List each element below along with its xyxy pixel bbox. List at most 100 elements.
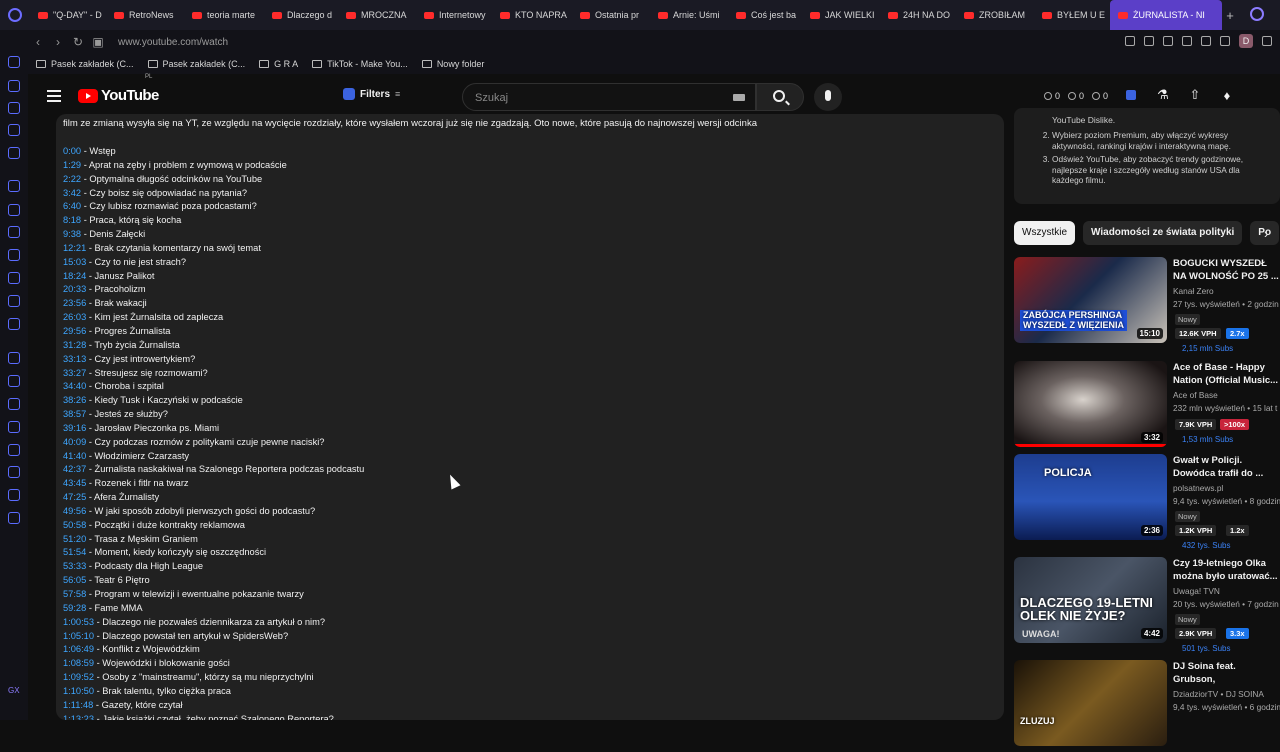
- chapter-timestamp-link[interactable]: 53:33: [63, 561, 86, 571]
- play-icon[interactable]: [1182, 36, 1192, 46]
- chapter-timestamp-link[interactable]: 38:26: [63, 395, 86, 405]
- bookmark-item[interactable]: Pasek zakładek (C...: [36, 59, 134, 69]
- sidebar-settings-icon[interactable]: [8, 512, 20, 524]
- chapter-timestamp-link[interactable]: 18:24: [63, 271, 86, 281]
- chapter-timestamp-link[interactable]: 26:03: [63, 312, 86, 322]
- profile-avatar[interactable]: D: [1239, 34, 1253, 48]
- chapter-timestamp-link[interactable]: 1:29: [63, 160, 81, 170]
- reload-icon[interactable]: ↻: [68, 35, 88, 49]
- bookmark-item[interactable]: TikTok - Make You...: [312, 59, 408, 69]
- sidebar-heart-icon[interactable]: [8, 398, 20, 410]
- video-thumbnail[interactable]: DLACZEGO 19-LETNI OLEK NIE ŻYJE? UWAGA! 4:…: [1014, 557, 1167, 643]
- sidebar-discord-icon[interactable]: [8, 295, 20, 307]
- chapter-timestamp-link[interactable]: 12:21: [63, 243, 86, 253]
- chapter-timestamp-link[interactable]: 6:40: [63, 201, 81, 211]
- chapter-timestamp-link[interactable]: 1:09:52: [63, 672, 94, 682]
- browser-tab[interactable]: BYŁEM U E: [1034, 0, 1110, 30]
- chapter-timestamp-link[interactable]: 31:28: [63, 340, 86, 350]
- recommendation-item[interactable]: ZLUZUJ DJ Soina feat. Grubson, donGURALes…: [1014, 660, 1280, 752]
- chapter-timestamp-link[interactable]: 23:56: [63, 298, 86, 308]
- youtube-logo[interactable]: YouTube: [78, 87, 159, 104]
- video-title[interactable]: Czy 19-letniego Olka można było uratować…: [1173, 557, 1279, 583]
- chapter-timestamp-link[interactable]: 33:13: [63, 354, 86, 364]
- shield-icon[interactable]: [1163, 36, 1173, 46]
- chapter-timestamp-link[interactable]: 38:57: [63, 409, 86, 419]
- notifications-bell-icon[interactable]: ♦: [1220, 88, 1234, 103]
- chapter-timestamp-link[interactable]: 56:05: [63, 575, 86, 585]
- browser-tab[interactable]: Coś jest ba: [728, 0, 802, 30]
- video-title[interactable]: DJ Soina feat. Grubson, donGURALesko - Z…: [1173, 660, 1279, 686]
- sidebar-instagram-icon[interactable]: [8, 249, 20, 261]
- sidebar-messenger-icon[interactable]: [8, 204, 20, 216]
- chapter-timestamp-link[interactable]: 47:25: [63, 492, 86, 502]
- video-thumbnail[interactable]: 3:32: [1014, 361, 1167, 447]
- extensions-icon[interactable]: [1220, 36, 1230, 46]
- bookmark-item[interactable]: Pasek zakładek (C...: [147, 59, 245, 69]
- search-button[interactable]: [756, 83, 804, 111]
- chapter-timestamp-link[interactable]: 1:08:59: [63, 658, 94, 668]
- sidebar-flow-icon[interactable]: [8, 375, 20, 387]
- browser-tab[interactable]: Dlaczego d: [264, 0, 338, 30]
- sidebar-extension-icon[interactable]: [8, 318, 20, 330]
- chapter-timestamp-link[interactable]: 33:27: [63, 368, 86, 378]
- bookmark-item[interactable]: Nowy folder: [421, 59, 484, 69]
- browser-tab[interactable]: RetroNews: [106, 0, 184, 30]
- chapter-timestamp-link[interactable]: 50:58: [63, 520, 86, 530]
- chapter-timestamp-link[interactable]: 34:40: [63, 381, 86, 391]
- sidebar-clock-icon[interactable]: [8, 444, 20, 456]
- opera-logo-icon[interactable]: [0, 0, 30, 30]
- keyboard-icon[interactable]: [733, 94, 745, 101]
- video-thumbnail[interactable]: ZLUZUJ: [1014, 660, 1167, 746]
- browser-tab[interactable]: MROCZNA: [338, 0, 416, 30]
- browser-tab[interactable]: Arnie: Uśmi: [650, 0, 728, 30]
- video-title[interactable]: BOGUCKI WYSZEDŁ NA WOLNOŚĆ PO 25 ...: [1173, 257, 1279, 283]
- sidebar-telegram-icon[interactable]: [8, 226, 20, 238]
- video-thumbnail[interactable]: POLICJA 2:36: [1014, 454, 1167, 540]
- chapter-timestamp-link[interactable]: 43:45: [63, 478, 86, 488]
- chapter-timestamp-link[interactable]: 1:00:53: [63, 617, 94, 627]
- chapter-timestamp-link[interactable]: 51:20: [63, 534, 86, 544]
- video-title[interactable]: Gwałt w Policji. Dowódca trafił do ...: [1173, 454, 1279, 480]
- extension-icon[interactable]: [1124, 88, 1138, 102]
- chapter-timestamp-link[interactable]: 8:18: [63, 215, 81, 225]
- chevron-right-icon[interactable]: ›: [1264, 226, 1268, 241]
- chapter-timestamp-link[interactable]: 39:16: [63, 423, 86, 433]
- url-field[interactable]: www.youtube.com/watch: [118, 37, 228, 48]
- sidebar-workspace-icon[interactable]: [8, 102, 20, 114]
- chapter-timestamp-link[interactable]: 42:37: [63, 464, 86, 474]
- browser-tab[interactable]: KTO NAPRA: [492, 0, 572, 30]
- heart-icon[interactable]: [1201, 36, 1211, 46]
- sidebar-mail-icon[interactable]: [8, 147, 20, 159]
- channel-name[interactable]: Ace of Base: [1173, 390, 1218, 400]
- browser-tab[interactable]: "Q-DAY" - D: [30, 0, 106, 30]
- channel-name[interactable]: DziadziorTV • DJ SOINA: [1173, 689, 1264, 699]
- menu-icon[interactable]: [1262, 36, 1272, 46]
- chapter-timestamp-link[interactable]: 0:00: [63, 146, 81, 156]
- chapter-timestamp-link[interactable]: 1:05:10: [63, 631, 94, 641]
- chapter-timestamp-link[interactable]: 20:33: [63, 284, 86, 294]
- browser-tab[interactable]: Ostatnia pr: [572, 0, 650, 30]
- forward-arrow-icon[interactable]: ›: [48, 35, 68, 49]
- chapter-timestamp-link[interactable]: 1:10:50: [63, 686, 94, 696]
- browser-tab[interactable]: 24H NA DO: [880, 0, 956, 30]
- chapter-timestamp-link[interactable]: 9:38: [63, 229, 81, 239]
- browser-tab[interactable]: Internetowy: [416, 0, 492, 30]
- chapter-timestamp-link[interactable]: 49:56: [63, 506, 86, 516]
- sidebar-history-icon[interactable]: [8, 421, 20, 433]
- chapter-timestamp-link[interactable]: 29:56: [63, 326, 86, 336]
- bookmark-icon[interactable]: [1125, 36, 1135, 46]
- sidebar-music-icon[interactable]: [8, 352, 20, 364]
- chapter-timestamp-link[interactable]: 1:11:48: [63, 700, 93, 710]
- channel-name[interactable]: Kanał Zero: [1173, 286, 1214, 296]
- upload-icon[interactable]: ⇧: [1188, 87, 1202, 102]
- video-title[interactable]: Ace of Base - Happy Nation (Official Mus…: [1173, 361, 1279, 387]
- trophy-icon[interactable]: ⚗: [1156, 87, 1170, 102]
- tab-search-icon[interactable]: [1250, 7, 1264, 21]
- filter-chip[interactable]: Wszystkie: [1014, 221, 1075, 245]
- recommendation-item[interactable]: 3:32 Ace of Base - Happy Nation (Official…: [1014, 361, 1280, 453]
- chapter-timestamp-link[interactable]: 1:06:49: [63, 644, 94, 654]
- sidebar-twitch-icon[interactable]: [8, 180, 20, 192]
- sidebar-snapshot-icon[interactable]: [8, 489, 20, 501]
- sidebar-x-icon[interactable]: [8, 272, 20, 284]
- channel-name[interactable]: polsatnews.pl: [1173, 483, 1223, 493]
